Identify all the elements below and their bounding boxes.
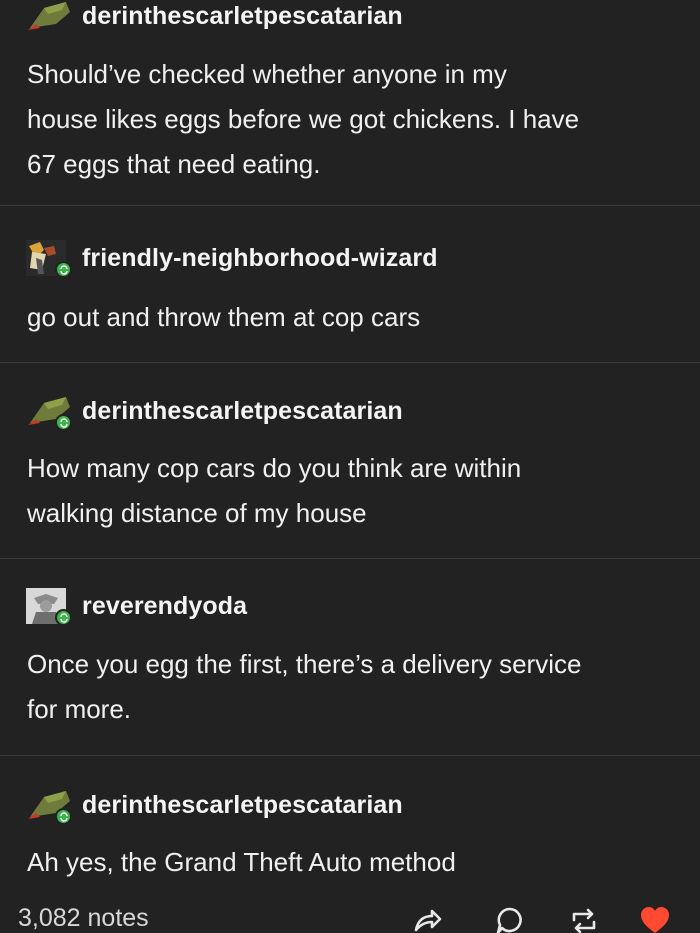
reblog-thread: derinthescarletpescatarian Should’ve che… bbox=[0, 0, 700, 933]
dragon-avatar-icon[interactable] bbox=[26, 0, 72, 34]
post-body: Once you egg the first, there’s a delive… bbox=[27, 642, 677, 732]
post-header: derinthescarletpescatarian bbox=[26, 0, 403, 34]
reblog-badge-icon bbox=[55, 609, 72, 626]
reblog-badge-icon bbox=[55, 261, 72, 278]
notes-count[interactable]: 3,082 notes bbox=[18, 904, 149, 933]
yoda-avatar-icon[interactable] bbox=[26, 588, 72, 626]
post-username[interactable]: reverendyoda bbox=[82, 592, 247, 621]
reblog-badge-icon bbox=[55, 808, 72, 825]
post-footer: 3,082 notes bbox=[0, 898, 700, 933]
post-username[interactable]: derinthescarletpescatarian bbox=[82, 791, 403, 820]
post-header: derinthescarletpescatarian bbox=[26, 787, 403, 825]
post-username[interactable]: derinthescarletpescatarian bbox=[82, 397, 403, 426]
wizard-avatar-icon[interactable] bbox=[26, 240, 72, 278]
post-divider bbox=[0, 755, 700, 756]
post-body: How many cop cars do you think are withi… bbox=[27, 446, 677, 536]
reblog-icon[interactable] bbox=[567, 904, 601, 933]
reply-icon[interactable] bbox=[493, 904, 527, 933]
post-header: friendly-neighborhood-wizard bbox=[26, 240, 438, 278]
post-body: go out and throw them at cop cars bbox=[27, 295, 677, 340]
post-text-line: go out and throw them at cop cars bbox=[27, 302, 421, 332]
post-divider bbox=[0, 362, 700, 363]
post-username[interactable]: friendly-neighborhood-wizard bbox=[82, 244, 438, 273]
post-text-line: for more. bbox=[27, 694, 132, 724]
post-body: Ah yes, the Grand Theft Auto method bbox=[27, 840, 677, 885]
post-text-line: house likes eggs before we got chickens.… bbox=[27, 104, 580, 134]
post-text-line: 67 eggs that need eating. bbox=[27, 149, 321, 179]
post-header: reverendyoda bbox=[26, 588, 247, 626]
post-text-line: Ah yes, the Grand Theft Auto method bbox=[27, 847, 456, 877]
post-username[interactable]: derinthescarletpescatarian bbox=[82, 2, 403, 31]
post-text-line: How many cop cars do you think are withi… bbox=[27, 453, 522, 483]
like-icon[interactable] bbox=[638, 904, 672, 933]
post-body: Should’ve checked whether anyone in my h… bbox=[27, 52, 677, 187]
dragon-avatar-icon[interactable] bbox=[26, 787, 72, 825]
post-divider bbox=[0, 558, 700, 559]
post-divider bbox=[0, 205, 700, 206]
share-icon[interactable] bbox=[410, 904, 444, 933]
post-text-line: Once you egg the first, there’s a delive… bbox=[27, 649, 582, 679]
post-text-line: walking distance of my house bbox=[27, 498, 367, 528]
dragon-avatar-icon[interactable] bbox=[26, 393, 72, 431]
post-text-line: Should’ve checked whether anyone in my bbox=[27, 59, 507, 89]
post-header: derinthescarletpescatarian bbox=[26, 393, 403, 431]
reblog-badge-icon bbox=[55, 414, 72, 431]
